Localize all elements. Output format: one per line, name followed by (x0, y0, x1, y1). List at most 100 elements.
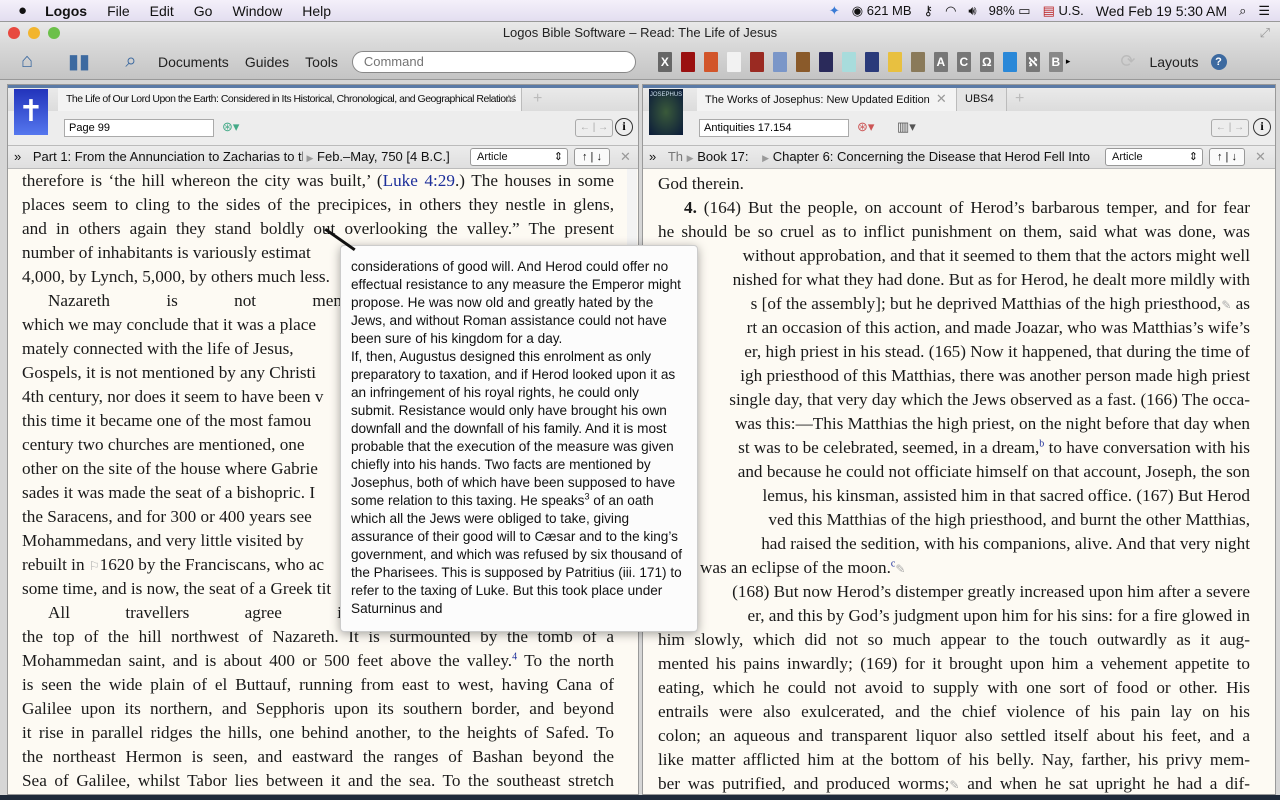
book-cover[interactable]: JOSEPHUS (649, 89, 683, 135)
resource-shortcut-icon[interactable] (910, 51, 925, 72)
close-breadcrumb-icon[interactable]: ✕ (620, 146, 631, 168)
tools-button[interactable]: Tools (305, 54, 338, 70)
view-select[interactable]: Article ⇕ (470, 148, 568, 166)
new-tab-icon[interactable]: + (1015, 90, 1024, 108)
breadcrumb-section[interactable]: Feb.–May, 750 [4 B.C.] (317, 149, 450, 164)
prev-next-article-buttons[interactable]: ↑ | ↓ (574, 148, 610, 166)
search-icon[interactable]: ⌕ (120, 50, 142, 73)
text-line: Galilee upon its northern, and Sepphoris… (22, 697, 614, 721)
apple-menu-icon[interactable]: ● (0, 2, 35, 19)
text-line: mented his pains inwardly; (169) for it … (658, 652, 1250, 676)
resource-shortcut-icon[interactable] (772, 51, 787, 72)
menu-app[interactable]: Logos (35, 3, 97, 19)
close-tab-icon[interactable]: ✕ (506, 88, 517, 110)
resource-shortcut-icon[interactable]: Ω (979, 51, 994, 72)
scripture-link[interactable]: Luke 4:29 (383, 171, 455, 190)
fullscreen-icon[interactable]: ⤢ (1260, 22, 1270, 44)
note-icon[interactable]: ⚐ (89, 559, 100, 573)
resource-shortcut-icon[interactable] (795, 51, 810, 72)
memory-readout[interactable]: ◉ 621 MB (852, 3, 912, 19)
resource-shortcut-icon[interactable]: C (956, 51, 971, 72)
layouts-button[interactable]: Layouts (1149, 54, 1198, 70)
expand-breadcrumb-icon[interactable]: » (14, 149, 21, 164)
popup-line: propose. He was now old and greatly hate… (351, 294, 697, 312)
resource-shortcut-icon[interactable]: B (1048, 51, 1063, 72)
dropbox-icon[interactable]: ✦ (829, 3, 840, 19)
visual-filter-icon[interactable]: ⊛▾ (222, 119, 239, 135)
prev-next-article-buttons[interactable]: ↑ | ↓ (1209, 148, 1245, 166)
book-cover[interactable]: ✝ (14, 89, 48, 135)
resource-shortcut-icon[interactable] (1002, 51, 1017, 72)
info-icon[interactable]: i (615, 118, 633, 136)
resource-shortcut-icon[interactable] (887, 51, 902, 72)
menu-window[interactable]: Window (222, 3, 292, 19)
parallel-resources-icon[interactable]: ▥▾ (897, 119, 916, 135)
text-line: ber was putrified, and produced worms;✎ … (658, 772, 1250, 796)
spotlight-icon[interactable]: ⌕ (1239, 3, 1246, 19)
resource-shortcut-icon[interactable] (703, 51, 718, 72)
help-icon[interactable]: ? (1210, 53, 1227, 70)
reference-input[interactable]: Page 99 (64, 119, 214, 137)
close-breadcrumb-icon[interactable]: ✕ (1255, 146, 1266, 168)
key-icon[interactable]: ⚷ (924, 3, 934, 19)
wifi-icon[interactable]: ◠ (945, 3, 956, 19)
resource-shortcut-icon[interactable] (680, 51, 695, 72)
home-icon[interactable]: ⌂ (16, 50, 38, 73)
popup-line: Josephus, both of which have been suppos… (351, 474, 697, 492)
volume-icon[interactable]: 🔊︎ (968, 3, 976, 19)
resource-shortcut-icon[interactable]: A (933, 51, 948, 72)
menu-help[interactable]: Help (292, 3, 341, 19)
battery-readout[interactable]: 98% ▭ (989, 3, 1031, 19)
documents-button[interactable]: Documents (158, 54, 229, 70)
menu-file[interactable]: File (97, 3, 140, 19)
right-location-bar: JOSEPHUS Antiquities 17.154 ⊛▾ ▥▾ ← | → … (643, 89, 1275, 145)
resource-shortcut-icon[interactable] (841, 51, 856, 72)
breadcrumb-book[interactable]: Book 17: (697, 149, 748, 164)
close-window-button[interactable] (8, 27, 20, 39)
menu-edit[interactable]: Edit (140, 3, 184, 19)
guides-button[interactable]: Guides (245, 54, 289, 70)
back-forward-buttons[interactable]: ← | → (1211, 119, 1249, 137)
popup-line: refer to the taxing of Luke. But this to… (351, 582, 697, 600)
note-icon[interactable]: ✎ (949, 778, 959, 792)
input-source[interactable]: ▤ U.S. (1043, 3, 1084, 19)
shortcut-overflow-icon[interactable]: ▸ (1066, 56, 1071, 67)
new-tab-icon[interactable]: + (533, 90, 542, 108)
resource-shortcut-icon[interactable] (726, 51, 741, 72)
text-line: ved this Matthias of the high priesthood… (658, 508, 1250, 532)
zoom-window-button[interactable] (48, 27, 60, 39)
library-icon[interactable]: ▮▮ (68, 51, 90, 73)
back-forward-buttons[interactable]: ← | → (575, 119, 613, 137)
footnote-popup: considerations of good will. And Herod c… (340, 245, 698, 632)
expand-breadcrumb-icon[interactable]: » (649, 149, 656, 164)
left-scrollbar[interactable] (627, 169, 637, 249)
clock[interactable]: Wed Feb 19 5:30 AM (1096, 3, 1227, 19)
info-icon[interactable]: i (1253, 118, 1271, 136)
breadcrumb-chapter[interactable]: Chapter 6: Concerning the Disease that H… (773, 149, 1090, 164)
tab-works-of-josephus[interactable]: The Works of Josephus: New Updated Editi… (697, 88, 957, 111)
resource-shortcut-icon[interactable] (749, 51, 764, 72)
close-tab-icon[interactable]: ✕ (936, 91, 947, 106)
view-select[interactable]: Article ⇕ (1105, 148, 1203, 166)
resource-shortcut-icon[interactable] (818, 51, 833, 72)
resource-shortcut-icon[interactable] (864, 51, 879, 72)
resource-shortcut-icon[interactable]: X (657, 51, 672, 72)
notification-center-icon[interactable]: ☰ (1258, 3, 1270, 19)
tab-life-of-our-lord[interactable]: The Life of Our Lord Upon the Earth: Con… (58, 88, 522, 111)
command-input[interactable] (351, 50, 636, 73)
resource-shortcut-icon[interactable]: ℵ (1025, 51, 1040, 72)
tab-ubs4[interactable]: UBS4 (957, 88, 1007, 111)
popup-line: assurance of their good will to Cæsar an… (351, 528, 697, 546)
battery-value: 98% (988, 3, 1015, 18)
minimize-window-button[interactable] (28, 27, 40, 39)
text-line: was this:—This Matthias the high priest,… (658, 412, 1250, 436)
menu-go[interactable]: Go (184, 3, 223, 19)
note-icon[interactable]: ✎ (895, 562, 905, 576)
breadcrumb-work[interactable]: Th (668, 149, 683, 164)
visual-filter-icon[interactable]: ⊛▾ (857, 119, 874, 135)
reference-input[interactable]: Antiquities 17.154 (699, 119, 849, 137)
note-icon[interactable]: ✎ (1221, 298, 1231, 312)
breadcrumb-part[interactable]: Part 1: From the Annunciation to Zachari… (33, 146, 303, 168)
popup-line: the Pharisees. This is supposed by Patri… (351, 564, 697, 582)
sync-icon[interactable]: ⟳ (1120, 51, 1135, 72)
